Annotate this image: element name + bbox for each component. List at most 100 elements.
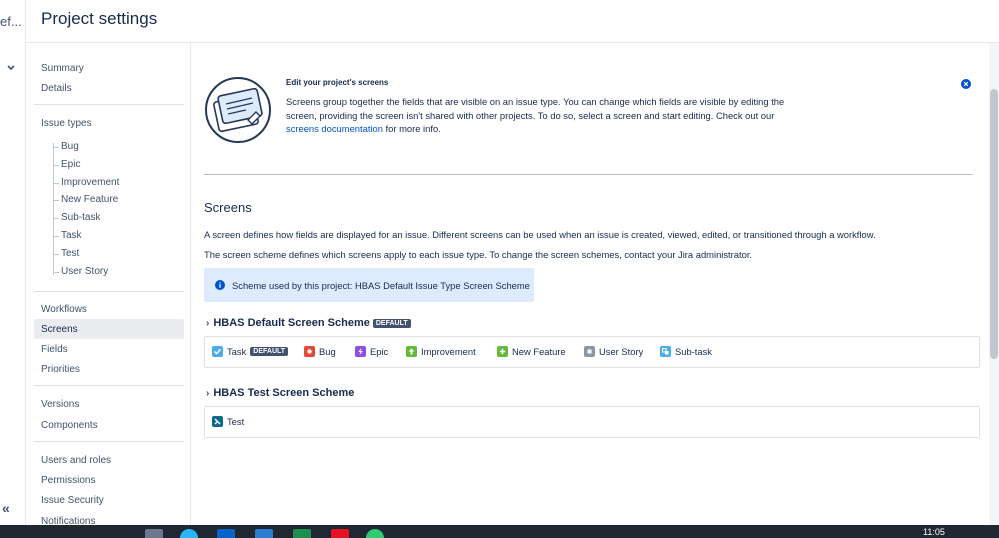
sidebar-item-versions[interactable]: Versions	[41, 399, 79, 410]
sidebar-divider	[34, 104, 184, 105]
issue-type-label: Test	[227, 416, 245, 427]
taskbar-app-icon[interactable]	[145, 529, 163, 538]
issue-type-row: Task DEFAULT Bug Epic Improvement New Fe…	[204, 336, 980, 368]
issue-type-label: New Feature	[512, 346, 566, 357]
issue-type-sub-task[interactable]: Sub-task	[660, 346, 712, 357]
sidebar-item-new-feature[interactable]: New Feature	[61, 194, 118, 205]
info-icon	[215, 280, 225, 290]
issue-type-improvement[interactable]: Improvement	[406, 346, 476, 357]
screens-documentation-link[interactable]: screens documentation	[286, 123, 383, 134]
section-title: Screens	[204, 200, 252, 215]
sidebar-item-summary[interactable]: Summary	[41, 63, 84, 74]
scheme-heading-test[interactable]: › HBAS Test Screen Scheme	[206, 387, 354, 399]
issue-type-task[interactable]: Task DEFAULT	[212, 346, 289, 357]
info-title: Edit your project's screens	[286, 78, 389, 87]
issue-type-label: Sub-task	[675, 346, 712, 357]
sidebar-item-priorities[interactable]: Priorities	[41, 364, 80, 375]
tree-tick	[53, 218, 59, 219]
tree-tick	[53, 254, 59, 255]
left-rail: ef... «	[0, 0, 26, 525]
sidebar-divider	[34, 441, 184, 442]
sidebar-item-issue-security[interactable]: Issue Security	[41, 495, 104, 506]
sidebar-item-fields[interactable]: Fields	[41, 344, 68, 355]
tree-tick	[53, 272, 59, 273]
issue-type-row: Test	[204, 406, 980, 438]
sidebar-item-test[interactable]: Test	[61, 248, 79, 259]
chevron-right-icon[interactable]: ›	[206, 318, 209, 329]
test-icon	[212, 416, 223, 427]
tree-tick	[53, 147, 59, 148]
scheme-description: The screen scheme defines which screens …	[204, 249, 753, 260]
page-title: Project settings	[41, 9, 158, 28]
taskbar-app-icon[interactable]	[331, 529, 349, 538]
sidebar-item-improvement[interactable]: Improvement	[61, 177, 119, 188]
scheme-heading-default[interactable]: › HBAS Default Screen Scheme DEFAULT	[206, 317, 411, 329]
sidebar-item-components[interactable]: Components	[41, 420, 98, 431]
sidebar-item-bug[interactable]: Bug	[61, 141, 79, 152]
subtask-icon	[660, 346, 671, 357]
page-scrollbar[interactable]	[989, 43, 999, 525]
default-lozenge: DEFAULT	[250, 347, 289, 356]
issue-type-label: Task	[227, 346, 247, 357]
screens-description: A screen defines how fields are displaye…	[204, 229, 876, 240]
rail-truncated-label[interactable]: ef...	[0, 14, 22, 29]
tree-tick	[53, 183, 59, 184]
sidebar-item-user-story[interactable]: User Story	[61, 266, 108, 277]
main-content: Edit your project's screens Screens grou…	[191, 43, 989, 525]
sidebar-divider	[34, 385, 184, 386]
page-header: Project settings	[26, 0, 999, 43]
project-settings-sidebar: Summary Details Issue types Bug Epic Imp…	[26, 43, 191, 527]
user-story-icon	[584, 346, 595, 357]
sidebar-item-issue-types[interactable]: Issue types	[41, 118, 92, 129]
tree-tick	[53, 200, 59, 201]
issue-type-new-feature[interactable]: New Feature	[497, 346, 566, 357]
sidebar-item-workflows[interactable]: Workflows	[41, 304, 87, 315]
improvement-icon	[406, 346, 417, 357]
scrollbar-thumb[interactable]	[990, 89, 998, 359]
os-taskbar: 11:05	[0, 525, 999, 538]
tree-line	[53, 143, 54, 275]
taskbar-word-icon[interactable]	[255, 529, 273, 538]
sidebar-item-permissions[interactable]: Permissions	[41, 475, 95, 486]
close-icon[interactable]	[961, 79, 971, 89]
sidebar-item-users-and-roles[interactable]: Users and roles	[41, 455, 111, 466]
sidebar-item-task[interactable]: Task	[61, 230, 82, 241]
taskbar-browser-icon[interactable]	[180, 529, 198, 538]
taskbar-chat-icon[interactable]	[366, 529, 384, 538]
scheme-name: HBAS Default Screen Scheme	[213, 317, 370, 329]
tree-tick	[53, 165, 59, 166]
issue-type-label: Bug	[319, 346, 336, 357]
scheme-notice: Scheme used by this project: HBAS Defaul…	[204, 268, 534, 302]
default-lozenge: DEFAULT	[372, 319, 411, 328]
taskbar-mail-icon[interactable]	[217, 529, 235, 538]
issue-type-test[interactable]: Test	[212, 416, 244, 427]
issue-type-label: Improvement	[421, 346, 476, 357]
task-icon	[212, 346, 223, 357]
info-text: Screens group together the fields that a…	[286, 95, 786, 136]
scheme-notice-text: Scheme used by this project: HBAS Defaul…	[232, 280, 530, 291]
new-feature-icon	[497, 346, 508, 357]
issue-type-bug[interactable]: Bug	[304, 346, 336, 357]
chevron-right-icon[interactable]: ›	[206, 388, 209, 399]
section-divider	[204, 174, 973, 175]
info-text-part: for more info.	[382, 123, 441, 134]
chevron-down-icon[interactable]	[6, 63, 16, 73]
sidebar-item-sub-task[interactable]: Sub-task	[61, 212, 100, 223]
issue-type-user-story[interactable]: User Story	[584, 346, 643, 357]
taskbar-excel-icon[interactable]	[293, 529, 311, 538]
bug-icon	[304, 346, 315, 357]
taskbar-clock[interactable]: 11:05	[923, 527, 945, 537]
screens-illustration-icon	[205, 77, 271, 143]
sidebar-item-details[interactable]: Details	[41, 83, 72, 94]
info-text-part: Screens group together the fields that a…	[286, 96, 785, 121]
scheme-name: HBAS Test Screen Scheme	[213, 387, 355, 399]
issue-type-label: User Story	[599, 346, 644, 357]
issue-type-epic[interactable]: Epic	[355, 346, 388, 357]
collapse-sidebar-icon[interactable]: «	[2, 500, 10, 516]
sidebar-item-screens[interactable]: Screens	[41, 324, 78, 335]
epic-icon	[355, 346, 366, 357]
sidebar-item-epic[interactable]: Epic	[61, 159, 80, 170]
sidebar-divider	[34, 291, 184, 292]
tree-tick	[53, 236, 59, 237]
issue-type-label: Epic	[370, 346, 389, 357]
